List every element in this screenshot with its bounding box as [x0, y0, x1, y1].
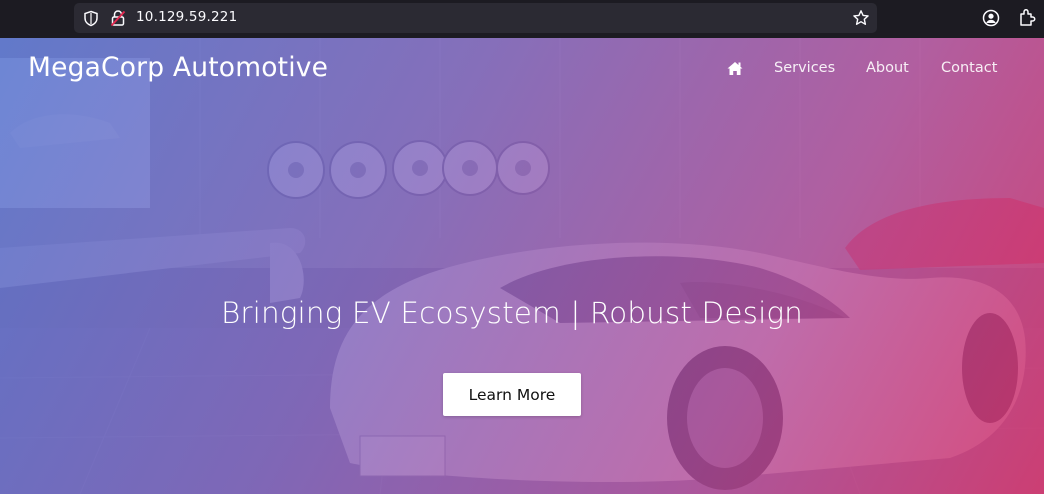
- browser-toolbar: 10.129.59.221: [0, 0, 1044, 38]
- bookmark-star-icon[interactable]: [852, 9, 870, 31]
- hero-headline: Bringing EV Ecosystem | Robust Design: [221, 296, 803, 330]
- nav-contact[interactable]: Contact: [941, 60, 997, 76]
- url-text[interactable]: 10.129.59.221: [136, 9, 237, 25]
- account-icon[interactable]: [982, 9, 1000, 31]
- nav-about[interactable]: About: [866, 60, 909, 76]
- learn-more-button[interactable]: Learn More: [443, 373, 581, 416]
- gradient-overlay: [0, 38, 1044, 494]
- address-bar[interactable]: 10.129.59.221: [74, 3, 877, 33]
- insecure-lock-icon[interactable]: [110, 9, 126, 31]
- nav-services[interactable]: Services: [774, 60, 835, 76]
- extensions-icon[interactable]: [1018, 8, 1036, 32]
- hero-section: MegaCorp Automotive Services About Conta…: [0, 38, 1044, 494]
- home-icon[interactable]: [727, 61, 743, 80]
- main-nav: Services About Contact: [0, 60, 1044, 80]
- shield-icon[interactable]: [83, 10, 99, 31]
